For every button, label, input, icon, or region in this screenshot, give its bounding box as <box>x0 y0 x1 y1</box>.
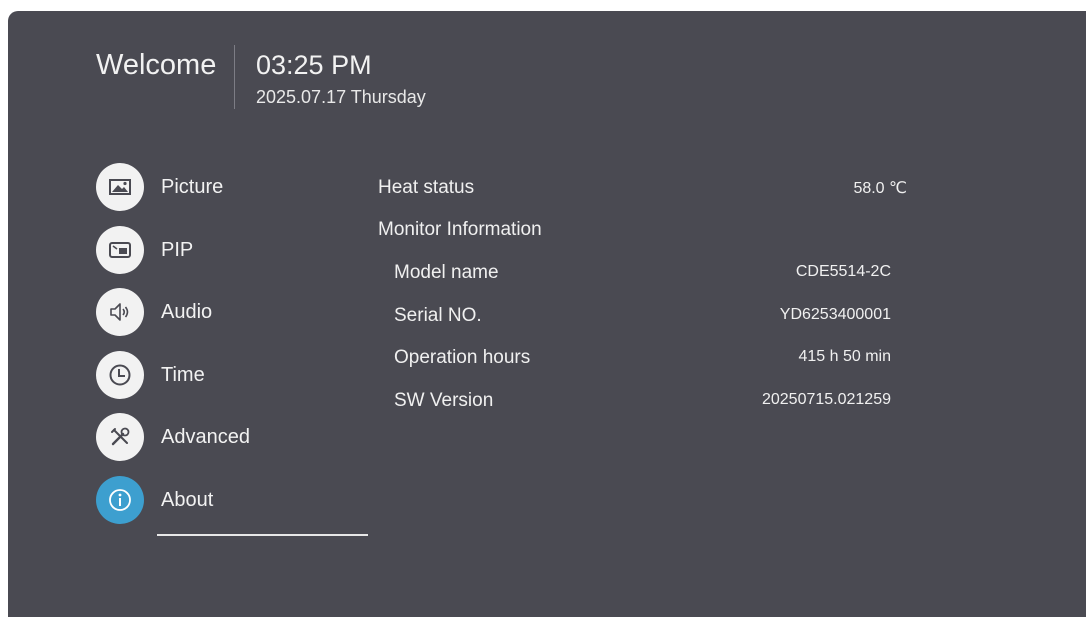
menu-item-about[interactable]: About <box>96 476 396 536</box>
heat-status-label: Heat status <box>378 177 475 198</box>
serial-number-label: Serial NO. <box>394 305 482 326</box>
menu-label-advanced: Advanced <box>161 426 250 448</box>
info-icon <box>96 476 144 524</box>
menu-label-pip: PIP <box>161 239 194 261</box>
sw-version-label: SW Version <box>394 390 494 411</box>
menu-label-about: About <box>161 489 214 511</box>
clock-date: 2025.07.17 Thursday <box>256 87 426 107</box>
welcome-text: Welcome <box>96 49 217 81</box>
header-divider <box>234 45 235 109</box>
settings-panel: Welcome 03:25 PM 2025.07.17 Thursday Pic… <box>8 11 1086 617</box>
menu-label-time: Time <box>161 364 205 386</box>
menu-item-time[interactable]: Time <box>96 351 396 401</box>
menu-label-audio: Audio <box>161 301 213 323</box>
operation-hours-label: Operation hours <box>394 347 531 368</box>
tools-icon <box>96 413 144 461</box>
menu-item-audio[interactable]: Audio <box>96 288 396 338</box>
clock-icon <box>96 351 144 399</box>
menu-label-picture: Picture <box>161 176 224 198</box>
selection-underline <box>157 534 368 536</box>
menu-item-pip[interactable]: PIP <box>96 226 396 276</box>
serial-number-value: YD6253400001 <box>779 306 891 323</box>
heat-status-value: 58.0 ℃ <box>853 180 907 197</box>
menu-item-picture[interactable]: Picture <box>96 163 396 213</box>
operation-hours-value: 415 h 50 min <box>798 348 891 365</box>
speaker-icon <box>96 288 144 336</box>
model-name-value: CDE5514-2C <box>795 263 891 280</box>
picture-icon <box>96 163 144 211</box>
menu-item-advanced[interactable]: Advanced <box>96 413 396 463</box>
model-name-label: Model name <box>394 262 499 283</box>
monitor-info-heading: Monitor Information <box>378 219 542 240</box>
sw-version-value: 20250715.021259 <box>761 391 891 408</box>
pip-icon <box>96 226 144 274</box>
clock-time: 03:25 PM <box>256 50 372 80</box>
